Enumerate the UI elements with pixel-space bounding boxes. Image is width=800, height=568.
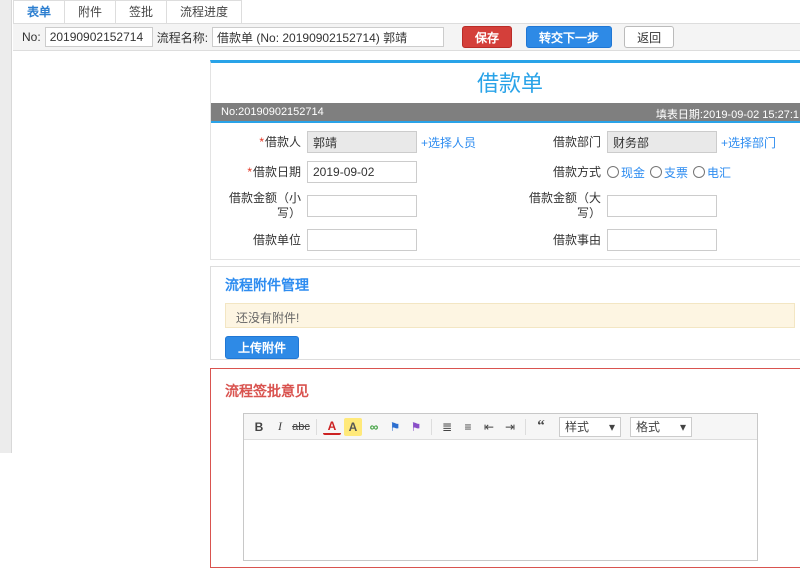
method-option-cash[interactable]: 现金: [607, 164, 645, 181]
amount-big-input[interactable]: [607, 195, 717, 217]
font-color-icon[interactable]: A: [323, 419, 341, 435]
process-name-label: 流程名称:: [156, 30, 209, 45]
style-dropdown-label: 样式: [565, 420, 590, 434]
no-label: No:: [22, 30, 41, 44]
tab-form[interactable]: 表单: [13, 0, 66, 23]
department-input[interactable]: [607, 131, 717, 153]
borrower-input[interactable]: [307, 131, 417, 153]
format-dropdown[interactable]: 格式 ▾: [630, 416, 692, 437]
form-grid: *借款人 +选择人员 借款部门 +选择部门 *借款日期 借款方式: [211, 123, 800, 259]
amount-big-label-text: 借款金额（大写）: [528, 191, 601, 220]
form-title: 借款单: [476, 71, 543, 96]
loan-method-label-text: 借款方式: [552, 164, 601, 179]
ordered-list-icon[interactable]: ≣: [438, 418, 456, 436]
cheque-label: 支票: [664, 165, 689, 180]
link-icon[interactable]: ∞: [365, 418, 383, 436]
back-button[interactable]: 返回: [624, 26, 675, 48]
loan-reason-label-text: 借款事由: [552, 232, 601, 247]
form-meta-strip: No:20190902152714 填表日期:2019-09-02 15:27:…: [211, 103, 800, 121]
italic-icon[interactable]: I: [271, 418, 289, 436]
form-no-text: No:20190902152714: [221, 106, 324, 118]
loan-unit-field: [307, 229, 511, 251]
no-attachment-notice: 还没有附件!: [225, 303, 795, 328]
loan-reason-field: [607, 229, 800, 251]
highlight-icon[interactable]: A: [344, 417, 362, 436]
loan-date-field: [307, 161, 511, 183]
cash-label: 现金: [621, 165, 646, 180]
tab-progress[interactable]: 流程进度: [166, 0, 243, 23]
cash-radio[interactable]: [607, 166, 619, 178]
department-field: +选择部门: [607, 131, 800, 153]
action-toolbar: No: 流程名称: 保存 转交下一步 返回: [13, 24, 800, 51]
save-button[interactable]: 保存: [462, 26, 513, 48]
loan-method-field: 现金 支票 电汇: [607, 164, 800, 181]
wire-radio[interactable]: [693, 166, 706, 178]
caret-down-icon: ▾: [608, 419, 615, 434]
required-asterisk: *: [259, 134, 264, 149]
caret-down-icon: ▾: [679, 419, 686, 434]
wire-label: 电汇: [707, 165, 732, 180]
department-label: 借款部门: [511, 135, 607, 150]
toolbar-separator: [316, 418, 317, 435]
attachment-panel: 流程附件管理 还没有附件! 上传附件: [210, 266, 800, 360]
tab-attachment[interactable]: 附件: [64, 0, 117, 23]
department-label-text: 借款部门: [552, 134, 601, 149]
rich-text-editor: B I abc A A ∞ ⚑ ⚑ ≣ ≡ ⇤ ⇥ “ 样式 ▾ 格式 ▾: [243, 413, 758, 561]
loan-unit-label-text: 借款单位: [252, 232, 301, 247]
unordered-list-icon[interactable]: ≡: [459, 418, 477, 436]
tab-bar: 表单 附件 签批 流程进度: [13, 0, 800, 24]
loan-unit-input[interactable]: [307, 229, 417, 251]
attachment-title: 流程附件管理: [225, 277, 309, 293]
amount-big-field: [607, 195, 800, 217]
amount-small-field: [307, 195, 511, 217]
method-option-cheque[interactable]: 支票: [650, 164, 688, 181]
blockquote-icon[interactable]: “: [532, 418, 550, 436]
form-row-3: 借款金额（小写） 借款金额（大写）: [211, 191, 800, 221]
approval-panel: 流程签批意见 B I abc A A ∞ ⚑ ⚑ ≣ ≡ ⇤ ⇥ “ 样式 ▾ …: [210, 368, 800, 568]
loan-date-input[interactable]: [307, 161, 417, 183]
process-name-input[interactable]: [212, 27, 445, 47]
flag-purple-icon[interactable]: ⚑: [407, 418, 425, 436]
form-date-text: 填表日期:2019-09-02 15:27:1: [655, 109, 799, 121]
toolbar-separator: [525, 418, 526, 435]
tab-approval[interactable]: 签批: [115, 0, 168, 23]
loan-reason-label: 借款事由: [511, 233, 607, 248]
style-dropdown[interactable]: 样式 ▾: [559, 416, 621, 437]
form-row-2: *借款日期 借款方式 现金 支票 电汇: [211, 161, 800, 183]
editor-toolbar: B I abc A A ∞ ⚑ ⚑ ≣ ≡ ⇤ ⇥ “ 样式 ▾ 格式 ▾: [244, 414, 757, 440]
required-asterisk: *: [247, 164, 252, 179]
loan-date-label: *借款日期: [211, 165, 307, 180]
format-dropdown-label: 格式: [636, 420, 661, 434]
loan-method-label: 借款方式: [511, 165, 607, 180]
flag-blue-icon[interactable]: ⚑: [386, 418, 404, 436]
amount-small-input[interactable]: [307, 195, 417, 217]
upload-attachment-button[interactable]: 上传附件: [225, 336, 300, 359]
strikethrough-icon[interactable]: abc: [292, 418, 310, 436]
editor-content[interactable]: [244, 440, 757, 560]
toolbar-separator: [431, 418, 432, 435]
amount-small-label: 借款金额（小写）: [211, 191, 307, 221]
left-gutter: [0, 0, 12, 453]
form-row-4: 借款单位 借款事由: [211, 229, 800, 251]
no-input[interactable]: [44, 27, 153, 47]
select-person-link[interactable]: +选择人员: [421, 134, 476, 151]
approval-title: 流程签批意见: [225, 383, 309, 399]
borrower-label-text: 借款人: [264, 134, 301, 149]
amount-small-label-text: 借款金额（小写）: [228, 191, 301, 220]
indent-icon[interactable]: ⇥: [501, 418, 519, 436]
cheque-radio[interactable]: [650, 166, 663, 178]
next-step-button[interactable]: 转交下一步: [526, 26, 613, 48]
bold-icon[interactable]: B: [250, 418, 268, 436]
loan-form-panel: 借款单 No:20190902152714 填表日期:2019-09-02 15…: [210, 60, 800, 260]
method-option-wire[interactable]: 电汇: [693, 164, 731, 181]
borrower-field: +选择人员: [307, 131, 511, 153]
loan-date-label-text: 借款日期: [252, 164, 301, 179]
form-row-1: *借款人 +选择人员 借款部门 +选择部门: [211, 131, 800, 153]
loan-unit-label: 借款单位: [211, 233, 307, 248]
select-department-link[interactable]: +选择部门: [721, 134, 776, 151]
borrower-label: *借款人: [211, 135, 307, 150]
loan-reason-input[interactable]: [607, 229, 717, 251]
outdent-icon[interactable]: ⇤: [480, 418, 498, 436]
amount-big-label: 借款金额（大写）: [511, 191, 607, 221]
